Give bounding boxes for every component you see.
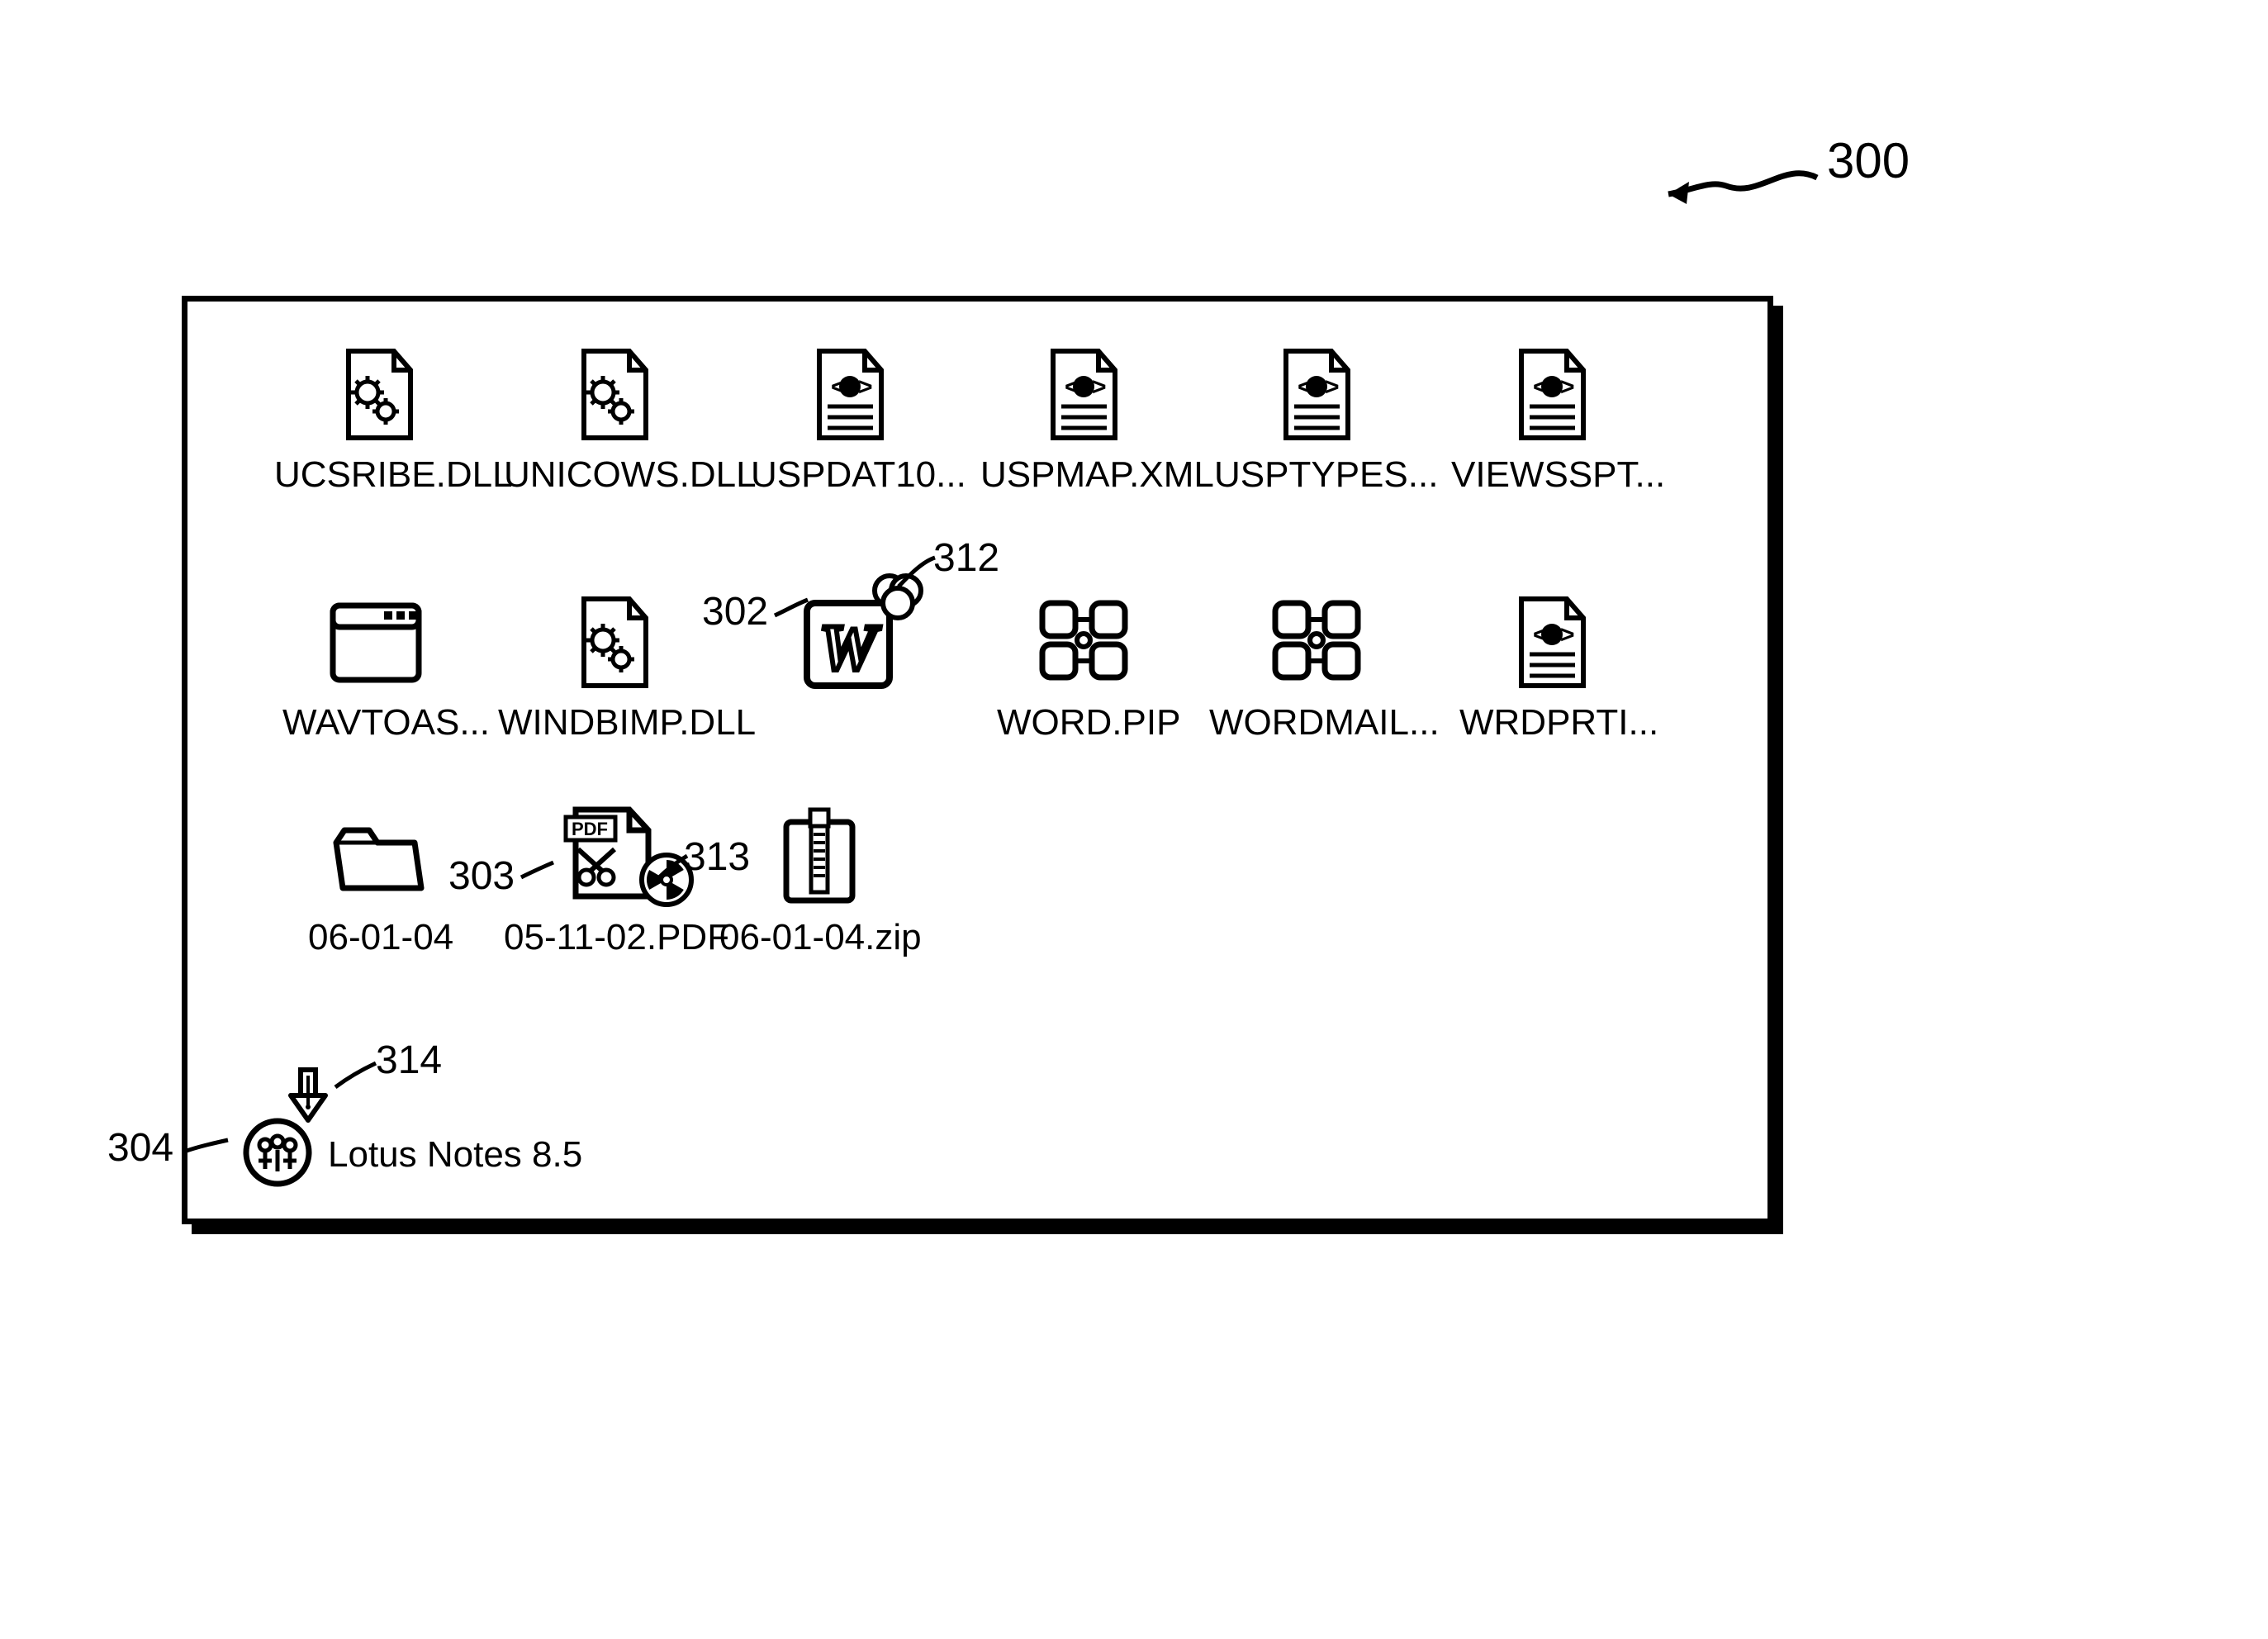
svg-text:<: < [1533, 621, 1548, 648]
file-label: UNICOWS.DLL [504, 454, 757, 496]
file-label: 05-11-02.PDF [504, 917, 729, 958]
file-icon-gears[interactable] [572, 595, 654, 694]
callout-313: 313 [684, 834, 750, 880]
file-icon-xml[interactable]: < > [1509, 595, 1592, 694]
svg-text:PDF: PDF [572, 819, 608, 839]
svg-text:>: > [858, 373, 873, 401]
file-icon-gears[interactable] [572, 347, 654, 446]
file-icon-xml[interactable]: < > [807, 347, 890, 446]
file-label: UCSRIBE.DLL [274, 454, 513, 496]
svg-text:>: > [1325, 373, 1340, 401]
file-icon-zip[interactable] [774, 805, 865, 913]
file-label: WAVTOAS... [282, 702, 490, 743]
svg-text:<: < [1533, 373, 1548, 401]
file-label: WINDBIMP.DLL [498, 702, 756, 743]
svg-text:<: < [831, 373, 846, 401]
file-label: VIEWSSPT... [1451, 454, 1665, 496]
overlay-badge-circles-icon [865, 566, 931, 624]
file-label: WORD.PIP [997, 702, 1180, 743]
figure-ref-arrow [1644, 153, 1825, 219]
file-browser-window[interactable]: UCSRIBE.DLL [182, 296, 1773, 1224]
callout-314: 314 [376, 1038, 442, 1083]
file-label: USPMAP.XML [980, 454, 1214, 496]
file-label: WORDMAIL... [1209, 702, 1440, 743]
file-label: 06-01-04.zip [719, 917, 922, 958]
figure-ref-300: 300 [1827, 132, 1910, 189]
file-icon-app-window[interactable] [326, 599, 425, 690]
file-icon-pip[interactable] [1034, 595, 1133, 686]
file-icon-folder[interactable] [324, 814, 431, 905]
svg-text:>: > [1560, 373, 1575, 401]
file-label: USPTYPES... [1214, 454, 1438, 496]
svg-text:>: > [1092, 373, 1107, 401]
callout-303: 303 [448, 853, 515, 899]
file-icon-pip[interactable] [1267, 595, 1366, 686]
file-label: 06-01-04 [308, 917, 453, 958]
svg-text:<: < [1065, 373, 1079, 401]
callout-312: 312 [933, 535, 999, 581]
file-icon-xml[interactable]: < > [1274, 347, 1356, 446]
file-icon-gears[interactable] [336, 347, 419, 446]
file-label: WRDPRTI... [1459, 702, 1658, 743]
callout-302: 302 [702, 589, 768, 634]
file-label: USPDAT10... [751, 454, 966, 496]
svg-text:>: > [1560, 621, 1575, 648]
app-label: Lotus Notes 8.5 [328, 1134, 582, 1176]
overlay-badge-download-arrow-icon [282, 1066, 340, 1132]
file-icon-xml[interactable]: < > [1041, 347, 1123, 446]
figure-canvas: 300 [0, 0, 2268, 1639]
svg-text:<: < [1298, 373, 1312, 401]
callout-304: 304 [107, 1125, 173, 1171]
file-icon-xml[interactable]: < > [1509, 347, 1592, 446]
